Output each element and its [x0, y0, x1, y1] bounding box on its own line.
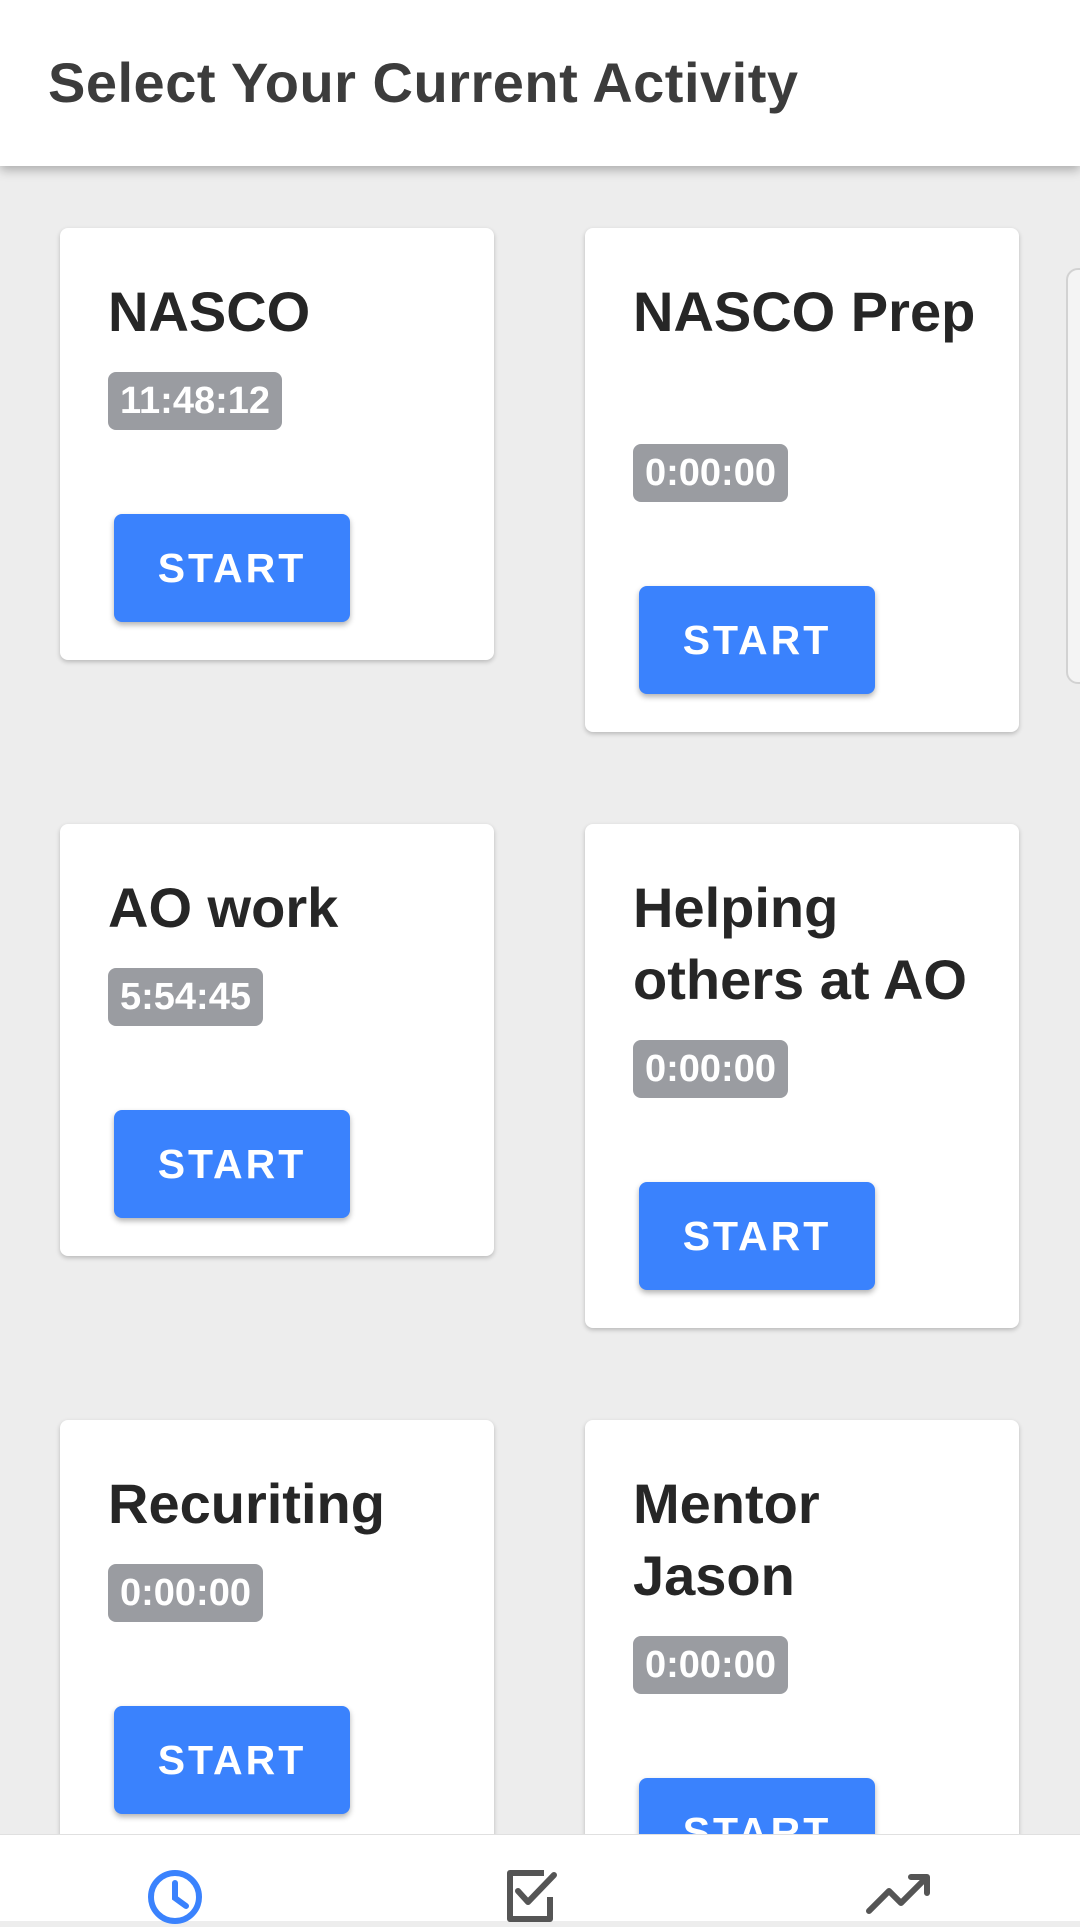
activity-name: Mentor Jason — [633, 1472, 820, 1607]
start-button-nasco[interactable]: START — [114, 514, 350, 622]
activity-name: Recuriting — [108, 1472, 385, 1535]
start-button-recuriting[interactable]: START — [114, 1706, 350, 1814]
nav-item-reports[interactable] — [835, 1835, 955, 1921]
nav-item-timer[interactable] — [115, 1835, 235, 1924]
checkbox-icon — [507, 1870, 557, 1922]
activity-timer-badge: 0:00:00 — [633, 444, 788, 502]
activity-timer-badge: 5:54:45 — [108, 968, 263, 1026]
activity-name: AO work — [108, 876, 339, 939]
activity-timer-badge: 0:00:00 — [633, 1040, 788, 1098]
trending-up-icon — [866, 1874, 930, 1914]
activity-timer-badge: 0:00:00 — [633, 1636, 788, 1694]
activity-grid[interactable]: NASCO 11:48:12 START NASCO Prep 0:00:00 … — [0, 166, 1080, 1834]
activity-card-ao-work: AO work 5:54:45 START — [60, 824, 494, 1256]
activity-name: NASCO Prep — [633, 280, 976, 343]
page-title: Select Your Current Activity — [48, 51, 799, 114]
activity-timer-badge: 11:48:12 — [108, 372, 283, 430]
nav-item-tasks[interactable] — [470, 1835, 590, 1922]
app-header: Select Your Current Activity — [0, 0, 1080, 166]
next-card-peek — [1066, 268, 1080, 684]
activity-card-helping-others: Helping others at AO 0:00:00 START — [585, 824, 1019, 1328]
activity-name: Helping others at AO — [633, 876, 967, 1011]
activity-card-mentor-jason: Mentor Jason 0:00:00 START — [585, 1420, 1019, 1834]
start-button-mentor-jason[interactable]: START — [639, 1778, 875, 1834]
activity-card-recuriting: Recuriting 0:00:00 START — [60, 1420, 494, 1834]
activity-timer-badge: 0:00:00 — [108, 1564, 263, 1622]
activity-card-nasco: NASCO 11:48:12 START — [60, 228, 494, 660]
clock-icon — [148, 1870, 202, 1924]
activity-card-nasco-prep: NASCO Prep 0:00:00 START — [585, 228, 1019, 732]
bottom-navigation — [0, 1834, 1080, 1924]
activity-name: NASCO — [108, 280, 311, 343]
start-button-nasco-prep[interactable]: START — [639, 586, 875, 694]
start-button-ao-work[interactable]: START — [114, 1110, 350, 1218]
start-button-helping-others[interactable]: START — [639, 1182, 875, 1290]
